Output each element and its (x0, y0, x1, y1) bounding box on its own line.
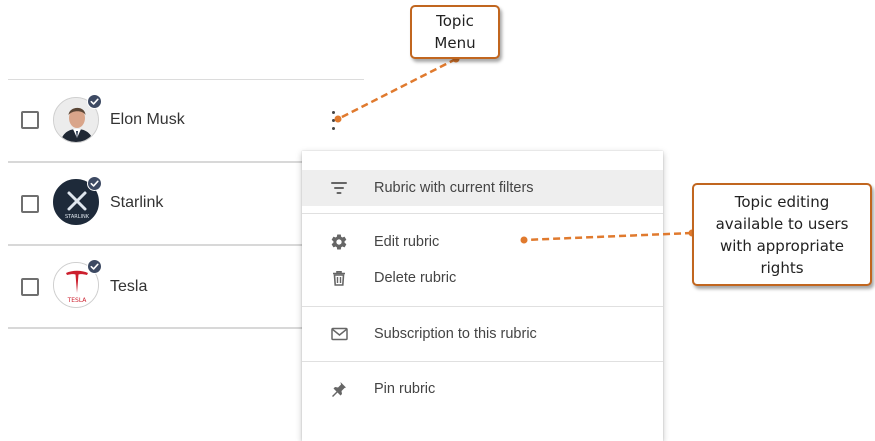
kebab-dot (332, 119, 335, 122)
menu-item-delete-rubric[interactable]: Delete rubric (302, 260, 663, 296)
callout-line: rights (760, 258, 804, 277)
menu-item-subscription[interactable]: Subscription to this rubric (302, 316, 663, 352)
menu-item-pin-rubric[interactable]: Pin rubric (302, 371, 663, 407)
menu-divider (302, 361, 663, 362)
list-item[interactable]: Elon Musk (0, 80, 364, 162)
envelope-icon (331, 327, 348, 341)
gear-icon (331, 234, 347, 250)
callout-line: available to users (715, 214, 849, 233)
callout-line: Topic editing (734, 192, 830, 211)
menu-divider (302, 306, 663, 307)
menu-item-label: Subscription to this rubric (374, 326, 537, 342)
topic-menu: Rubric with current filters Edit rubric … (302, 151, 663, 441)
callout-topic-menu: Topic Menu (410, 5, 500, 59)
svg-text:TESLA: TESLA (67, 297, 88, 304)
pin-icon (332, 382, 346, 397)
verified-check-icon (87, 94, 102, 109)
kebab-dot (332, 127, 335, 130)
callout-topic-editing: Topic editing available to users with ap… (692, 183, 872, 286)
svg-text:STARLINK: STARLINK (65, 214, 90, 220)
menu-item-edit-rubric[interactable]: Edit rubric (302, 224, 663, 260)
row-checkbox[interactable] (21, 195, 39, 213)
filter-icon (331, 182, 347, 194)
menu-item-label: Edit rubric (374, 234, 440, 250)
row-checkbox[interactable] (21, 278, 39, 296)
topic-menu-button[interactable] (328, 109, 340, 133)
menu-item-rubric-filters[interactable]: Rubric with current filters (302, 170, 663, 206)
menu-divider (302, 213, 663, 214)
trash-icon (333, 271, 345, 286)
kebab-dot (332, 111, 335, 114)
menu-item-label: Pin rubric (374, 381, 436, 397)
callout-line: with appropriate (720, 236, 844, 255)
row-name: Elon Musk (110, 111, 185, 128)
row-name: Starlink (110, 194, 164, 211)
callout-line: Topic (436, 12, 474, 30)
row-checkbox[interactable] (21, 111, 39, 129)
verified-check-icon (87, 176, 102, 191)
verified-check-icon (87, 259, 102, 274)
menu-item-label: Delete rubric (374, 270, 457, 286)
callout-line: Menu (434, 34, 476, 52)
row-name: Tesla (110, 278, 148, 295)
menu-item-label: Rubric with current filters (374, 180, 534, 196)
